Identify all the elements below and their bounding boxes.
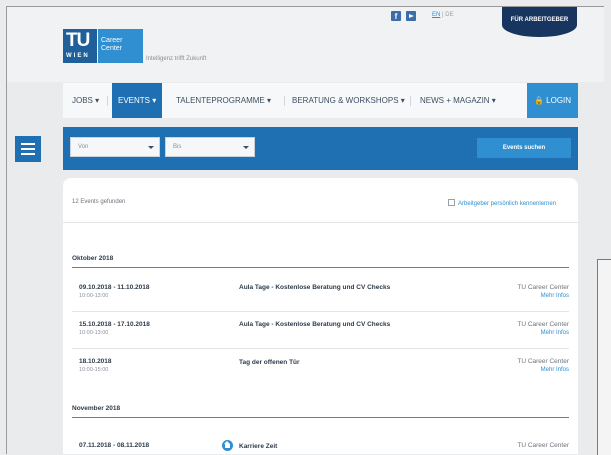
logo-cc-line2: Center <box>101 45 123 52</box>
nav-item-news[interactable]: NEWS + MAGAZIN ▾ <box>420 83 496 118</box>
month-heading: Oktober 2018 <box>72 255 114 262</box>
chevron-down-icon <box>243 146 249 149</box>
month-underline <box>72 267 569 268</box>
row-divider <box>72 348 569 349</box>
event-title[interactable]: Tag der offenen Tür <box>239 358 409 368</box>
login-button[interactable]: 🔒 LOGIN <box>527 83 578 118</box>
chevron-down-icon <box>148 146 154 149</box>
event-title[interactable]: Aula Tage - Kostenlose Beratung und CV C… <box>239 283 409 293</box>
date-from-label: Von <box>78 144 89 150</box>
nav-separator <box>410 96 411 106</box>
event-date: 07.11.2018 - 08.11.2018 <box>79 442 150 449</box>
logo-tu-text: TU <box>66 30 90 51</box>
nav-separator <box>107 96 108 106</box>
logo-wien-text: WIEN <box>66 53 90 59</box>
row-divider <box>72 311 569 312</box>
more-info-link[interactable]: Mehr Infos <box>541 293 569 299</box>
event-organizer: TU Career Center <box>517 358 569 365</box>
nav-separator <box>284 96 285 106</box>
main-nav: JOBS ▾ EVENTS ▾ TALENTEPROGRAMME ▾ BERAT… <box>63 83 578 118</box>
house-icon <box>222 440 233 451</box>
event-date: 18.10.2018 <box>79 358 112 365</box>
facebook-icon[interactable]: f <box>391 11 401 21</box>
nav-item-beratung[interactable]: BERATUNG & WORKSHOPS ▾ <box>292 83 405 118</box>
language-switcher: EN | DE <box>432 12 454 18</box>
sidebar-toggle-button[interactable] <box>15 136 41 162</box>
logo-cc-line1: Career <box>101 37 123 44</box>
event-filter-bar: Von Bis Events suchen <box>63 127 578 170</box>
login-label: LOGIN <box>546 96 572 105</box>
nav-item-talentprogramme[interactable]: TALENTEPROGRAMME ▾ <box>176 83 271 118</box>
lang-de-link[interactable]: DE <box>445 12 453 18</box>
contact-employer-link[interactable]: Arbeitgeber persönlich kennenlernen <box>448 199 556 207</box>
divider <box>63 222 578 223</box>
menu-icon-bar <box>21 153 35 155</box>
youtube-icon[interactable] <box>406 11 416 21</box>
event-organizer: TU Career Center <box>517 321 569 328</box>
lock-icon: 🔒 <box>533 96 544 105</box>
month-heading: November 2018 <box>72 405 121 412</box>
event-date: 15.10.2018 - 17.10.2018 <box>79 321 150 328</box>
overlay-panel-edge <box>597 259 611 455</box>
more-info-link[interactable]: Mehr Infos <box>541 330 569 336</box>
event-time: 10:00-15:00 <box>79 367 109 373</box>
menu-icon-bar <box>21 148 35 150</box>
events-search-button[interactable]: Events suchen <box>477 138 571 158</box>
date-to-label: Bis <box>173 144 182 150</box>
menu-icon-bar <box>21 143 35 145</box>
browser-page: TU WIEN Career Center Intelligenz trifft… <box>0 0 611 455</box>
nav-item-jobs[interactable]: JOBS ▾ <box>72 83 99 118</box>
nav-item-events[interactable]: EVENTS ▾ <box>112 83 163 118</box>
date-from-select[interactable]: Von <box>70 137 160 157</box>
results-count: 12 Events gefunden <box>72 199 126 205</box>
career-center-logo[interactable]: Career Center <box>98 29 143 63</box>
contact-employer-label: Arbeitgeber persönlich kennenlernen <box>458 201 557 207</box>
month-underline <box>72 417 569 418</box>
event-time: 10:00-13:00 <box>79 330 109 336</box>
tu-wien-logo[interactable]: TU WIEN <box>63 29 97 63</box>
more-info-link[interactable]: Mehr Infos <box>541 367 569 373</box>
event-organizer: TU Career Center <box>517 284 569 291</box>
event-title[interactable]: Aula Tage - Kostenlose Beratung und CV C… <box>239 320 409 330</box>
event-organizer: TU Career Center <box>517 442 569 449</box>
date-to-select[interactable]: Bis <box>165 137 255 157</box>
employer-tab[interactable]: FÜR ARBEITGEBER <box>502 7 577 37</box>
checkbox-icon <box>448 199 455 206</box>
event-time: 10:00-13:00 <box>79 293 109 299</box>
event-title[interactable]: Karriere Zeit <box>239 442 409 452</box>
event-date: 09.10.2018 - 11.10.2018 <box>79 284 150 291</box>
tagline: Intelligenz trifft Zukunft <box>146 56 207 62</box>
events-list-panel: 12 Events gefunden Arbeitgeber persönlic… <box>63 178 578 454</box>
